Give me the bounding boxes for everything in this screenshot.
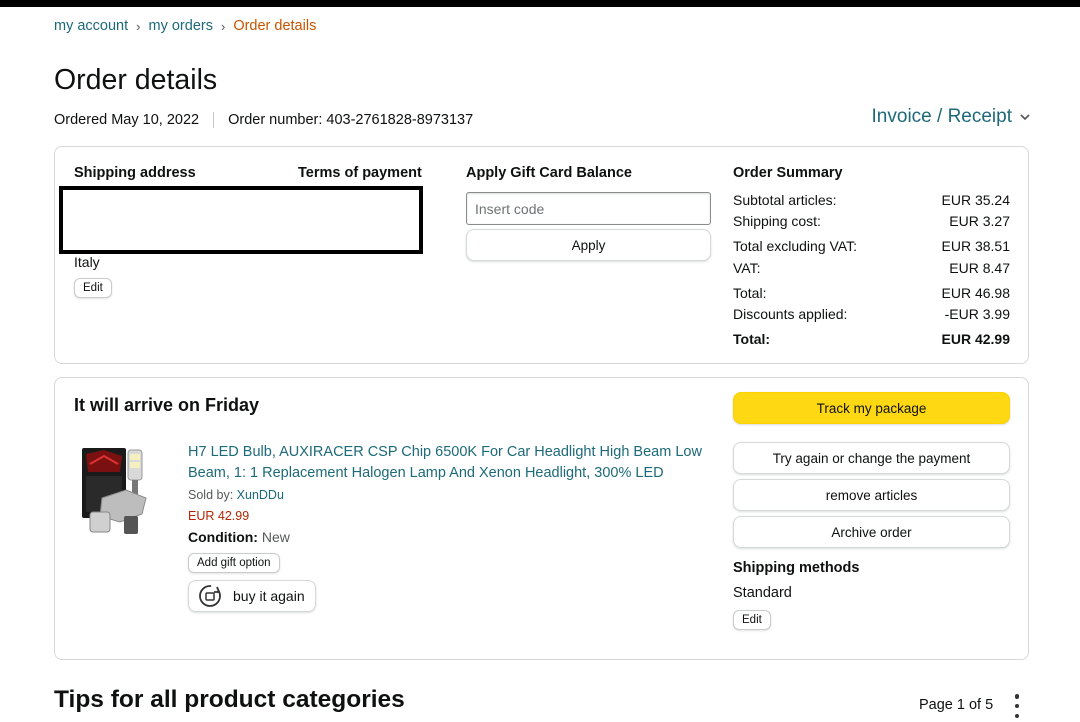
gift-card-heading: Apply Gift Card Balance [466,165,632,181]
track-package-button[interactable]: Track my package [733,392,1010,424]
shipping-methods-heading: Shipping methods [733,560,860,576]
order-summary: Subtotal articles: EUR 35.24 Shipping co… [733,189,1010,350]
summary-row-discounts: Discounts applied: -EUR 3.99 [733,304,1010,326]
add-gift-option-button[interactable]: Add gift option [188,553,280,573]
summary-value: EUR 8.47 [949,259,1010,276]
breadcrumb-separator: › [220,18,226,34]
chevron-down-icon [1020,110,1030,124]
order-info-card: Shipping address Terms of payment Italy … [54,146,1029,364]
edit-address-button[interactable]: Edit [74,278,112,298]
summary-row-shipping: Shipping cost: EUR 3.27 [733,211,1010,233]
summary-row-grand-total: Total: EUR 42.99 [733,329,1010,351]
order-date: Ordered May 10, 2022 [54,112,200,128]
order-summary-heading: Order Summary [733,165,843,181]
arrival-heading: It will arrive on Friday [74,395,260,415]
product-title-link[interactable]: H7 LED Bulb, AUXIRACER CSP Chip 6500K Fo… [188,442,708,484]
page-indicator: Page 1 of 5 [919,697,994,713]
remove-articles-button[interactable]: remove articles [733,479,1010,511]
tips-heading: Tips for all product categories [54,686,405,713]
terms-of-payment-heading: Terms of payment [298,165,422,181]
invoice-label: Invoice / Receipt [871,106,1012,127]
summary-label: Discounts applied: [733,306,848,323]
breadcrumb-separator: › [136,18,141,34]
summary-row-vat: VAT: EUR 8.47 [733,257,1010,279]
archive-order-button[interactable]: Archive order [733,516,1010,548]
summary-label: Total: [733,331,771,348]
summary-row-total: Total: EUR 46.98 [733,282,1010,304]
seller-link[interactable]: XunDDu [237,488,284,502]
summary-value: EUR 35.24 [941,191,1010,208]
reorder-icon [197,583,223,609]
buy-again-button[interactable]: buy it again [188,580,316,612]
shipping-country: Italy [74,254,100,270]
product-image[interactable] [80,442,152,538]
summary-value: EUR 38.51 [941,238,1010,255]
summary-row-excl-vat: Total excluding VAT: EUR 38.51 [733,236,1010,258]
summary-value: EUR 3.27 [949,213,1010,230]
apply-gift-card-button[interactable]: Apply [466,229,711,261]
summary-row-subtotal: Subtotal articles: EUR 35.24 [733,189,1010,211]
top-bar [0,0,1080,7]
summary-value: EUR 42.99 [941,331,1010,348]
sold-by-label: Sold by: [188,488,234,502]
summary-label: Total: [733,284,767,301]
meta-divider [213,112,215,128]
edit-shipping-method-button[interactable]: Edit [733,610,771,630]
summary-label: Total excluding VAT: [733,238,857,255]
shipping-address-heading: Shipping address [74,165,196,181]
summary-label: Shipping cost: [733,213,821,230]
condition-label: Condition: [188,529,258,545]
breadcrumb-my-account[interactable]: my account [54,18,128,34]
shipment-card: It will arrive on Friday H7 LED Bulb, AU… [54,377,1029,660]
invoice-receipt-dropdown[interactable]: Invoice / Receipt [872,106,1030,128]
summary-value: -EUR 3.99 [944,306,1010,323]
order-number: Order number: 403-2761828-8973137 [228,112,474,128]
summary-label: VAT: [733,259,761,276]
page-title: Order details [54,64,218,96]
breadcrumb: my account › my orders › Order details [54,18,316,34]
gift-code-input[interactable] [466,192,711,225]
summary-label: Subtotal articles: [733,191,837,208]
redacted-address-box [59,186,423,254]
more-vertical-icon[interactable] [1010,694,1024,718]
breadcrumb-my-orders[interactable]: my orders [149,18,213,34]
product-condition: Condition: New [188,529,290,545]
product-price: EUR 42.99 [188,509,250,523]
condition-value: New [261,529,290,545]
breadcrumb-current: Order details [233,18,317,34]
shipping-method-value: Standard [733,585,792,601]
buy-again-label: buy it again [233,588,305,604]
retry-payment-button[interactable]: Try again or change the payment [733,442,1010,474]
order-meta: Ordered May 10, 2022 Order number: 403-2… [54,112,473,128]
summary-value: EUR 46.98 [941,284,1010,301]
sold-by: Sold by: XunDDu [188,488,284,502]
